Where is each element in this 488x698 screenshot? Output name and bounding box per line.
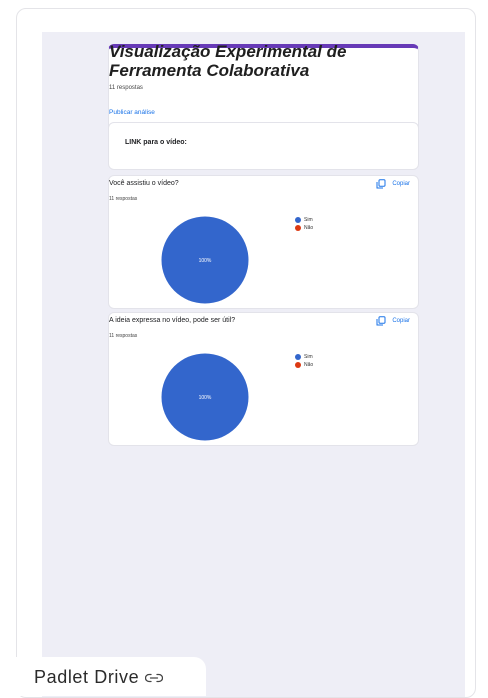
form-response-count: 11 respostas: [109, 85, 143, 91]
question-response-count: 11 respostas: [109, 333, 138, 339]
copy-icon: [376, 179, 386, 189]
question-title: A ideia expressa no vídeo, pode ser útil…: [109, 317, 236, 324]
padlet-post-card[interactable]: Visualização Experimental de Ferramenta …: [16, 8, 476, 698]
link-icon: [145, 673, 164, 682]
chart-legend: Sim Não: [295, 354, 313, 370]
question-title: Você assistiu o vídeo?: [109, 180, 179, 187]
link-section-card: LINK para o vídeo:: [108, 122, 419, 170]
legend-dot-nao: [295, 362, 301, 368]
chart-legend: Sim Não: [295, 217, 313, 233]
legend-item-sim: Sim: [295, 354, 313, 360]
question-card-2: A ideia expressa no vídeo, pode ser útil…: [108, 312, 419, 446]
pie-chart: 100%: [161, 353, 249, 441]
legend-label: Sim: [304, 217, 313, 223]
legend-label: Não: [304, 225, 314, 231]
legend-item-nao: Não: [295, 225, 313, 231]
form-preview: Visualização Experimental de Ferramenta …: [42, 32, 465, 697]
question-card-1: Você assistiu o vídeo? 11 respostas Copi…: [108, 175, 419, 309]
copy-icon: [376, 316, 386, 326]
legend-dot-sim: [295, 354, 301, 360]
padlet-drive-label: Padlet Drive: [34, 667, 140, 687]
legend-dot-nao: [295, 225, 301, 231]
legend-item-nao: Não: [295, 362, 313, 368]
padlet-drive-link[interactable]: Padlet Drive: [34, 667, 164, 688]
legend-label: Não: [304, 362, 314, 368]
pie-slice-label: 100%: [199, 395, 212, 401]
copy-label: Copiar: [392, 318, 410, 324]
form-title: Visualização Experimental de Ferramenta …: [109, 42, 347, 80]
pie-chart: 100%: [161, 216, 249, 304]
link-section-label: LINK para o vídeo:: [125, 139, 187, 146]
copy-label: Copiar: [392, 181, 410, 187]
copy-button[interactable]: Copiar: [376, 316, 410, 326]
legend-item-sim: Sim: [295, 217, 313, 223]
legend-dot-sim: [295, 217, 301, 223]
copy-button[interactable]: Copiar: [376, 179, 410, 189]
legend-label: Sim: [304, 354, 313, 360]
publish-analysis-link[interactable]: Publicar análise: [109, 109, 155, 116]
question-response-count: 11 respostas: [109, 196, 138, 202]
pie-slice-label: 100%: [199, 258, 212, 264]
